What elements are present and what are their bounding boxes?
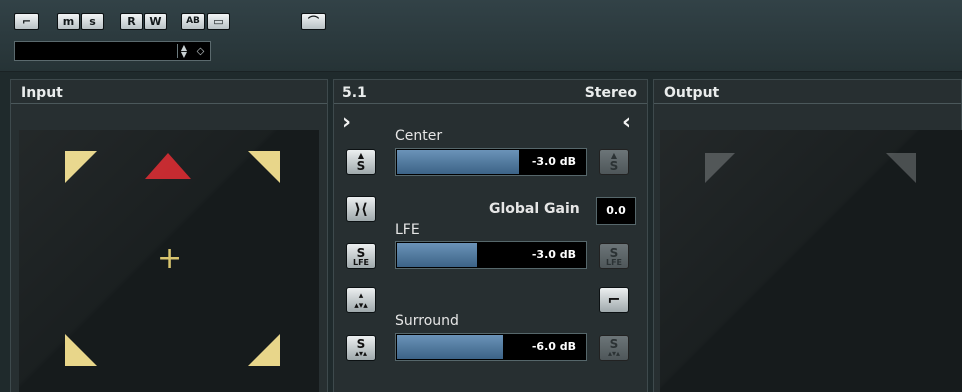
- output-speaker-pad[interactable]: [660, 130, 962, 392]
- preset-spin-icon[interactable]: ▲ ▼: [177, 44, 190, 59]
- preset-browser-icon[interactable]: ◇: [194, 45, 207, 58]
- rear-speakers-mini-icon: ▴▾▴: [354, 349, 368, 358]
- listener-position-icon[interactable]: +: [157, 244, 182, 274]
- lfe-label: LFE: [395, 222, 420, 238]
- center-level-fill: [397, 150, 519, 174]
- swap-channels-button[interactable]: ⟩⟨: [346, 196, 376, 222]
- output-panel: Output: [653, 79, 962, 392]
- ab-compare-button[interactable]: AB: [181, 13, 205, 30]
- lock-button[interactable]: ⌒: [301, 13, 326, 30]
- input-title: Input: [11, 80, 327, 104]
- center-solo-output-button[interactable]: ▲ S: [599, 149, 629, 175]
- surround-solo-input-button[interactable]: S ▴▾▴: [346, 335, 376, 361]
- read-automation-button[interactable]: R: [120, 13, 143, 30]
- lfe-level-fill: [397, 243, 477, 267]
- surround-level-fill: [397, 335, 504, 359]
- lfe-solo-output-button[interactable]: S LFE: [599, 243, 629, 269]
- surround-level-slider[interactable]: -6.0 dB: [395, 333, 587, 361]
- rear-right-speaker-icon[interactable]: [248, 334, 280, 366]
- lfe-solo-input-button[interactable]: S LFE: [346, 243, 376, 269]
- front-left-speaker-icon[interactable]: [65, 151, 97, 183]
- surround-label: Surround: [395, 313, 459, 329]
- lfe-level-value: -3.0 dB: [531, 248, 576, 261]
- speaker-layout-icon: ▴ ▴▾▴: [354, 291, 368, 311]
- menu-icon: ▭: [213, 15, 224, 28]
- input-speaker-pad[interactable]: +: [19, 130, 319, 392]
- lowpass-filter-icon: ⌐: [607, 290, 621, 309]
- window-icon: ⌐: [21, 15, 32, 28]
- center-solo-input-button[interactable]: ▲ S: [346, 149, 376, 175]
- lfe-icon: LFE: [352, 258, 370, 267]
- lfe-level-slider[interactable]: -3.0 dB: [395, 241, 587, 269]
- target-format-label: Stereo: [584, 85, 637, 101]
- toolbar: ⌐ m s R W AB ▭ ⌒ ▲ ▼ ◇: [0, 0, 962, 72]
- mix-panel-header: 5.1 Stereo: [334, 80, 647, 104]
- output-left-speaker-icon[interactable]: [705, 153, 735, 183]
- write-automation-button[interactable]: W: [144, 13, 167, 30]
- surround-solo-output-button[interactable]: S ▴▾▴: [599, 335, 629, 361]
- lfe-icon: LFE: [605, 258, 623, 267]
- solo-icon: S: [356, 159, 366, 173]
- preset-field[interactable]: ▲ ▼ ◇: [14, 41, 211, 61]
- window-toggle-button[interactable]: ⌐: [14, 13, 39, 30]
- center-speaker-icon[interactable]: [145, 153, 191, 179]
- solo-button[interactable]: s: [81, 13, 104, 30]
- source-format-label: 5.1: [342, 85, 367, 101]
- mute-button[interactable]: m: [57, 13, 80, 30]
- chevron-right-icon[interactable]: ›: [342, 110, 351, 135]
- preset-menu-button[interactable]: ▭: [207, 13, 230, 30]
- swap-arrows-icon: ⟩⟨: [354, 200, 368, 218]
- chevron-left-icon[interactable]: ‹: [622, 110, 631, 135]
- rear-speakers-mini-icon: ▴▾▴: [607, 349, 621, 358]
- global-gain-field[interactable]: 0.0: [596, 197, 636, 225]
- output-title: Output: [654, 80, 961, 104]
- rear-left-speaker-icon[interactable]: [65, 334, 97, 366]
- center-label: Center: [395, 128, 443, 144]
- lock-icon: ⌒: [308, 15, 319, 28]
- center-level-value: -3.0 dB: [531, 155, 576, 168]
- front-right-speaker-icon[interactable]: [248, 151, 280, 183]
- solo-icon: S: [609, 159, 619, 173]
- surround-layout-button[interactable]: ▴ ▴▾▴: [346, 287, 376, 313]
- center-level-slider[interactable]: -3.0 dB: [395, 148, 587, 176]
- global-gain-label: Global Gain: [489, 201, 580, 217]
- output-right-speaker-icon[interactable]: [886, 153, 916, 183]
- lowpass-filter-button[interactable]: ⌐: [599, 287, 629, 313]
- surround-level-value: -6.0 dB: [531, 340, 576, 353]
- input-panel: Input +: [10, 79, 328, 392]
- mix-panel: 5.1 Stereo › ‹ Center ▲ S -3.0 dB ▲ S ⟩⟨…: [333, 79, 648, 392]
